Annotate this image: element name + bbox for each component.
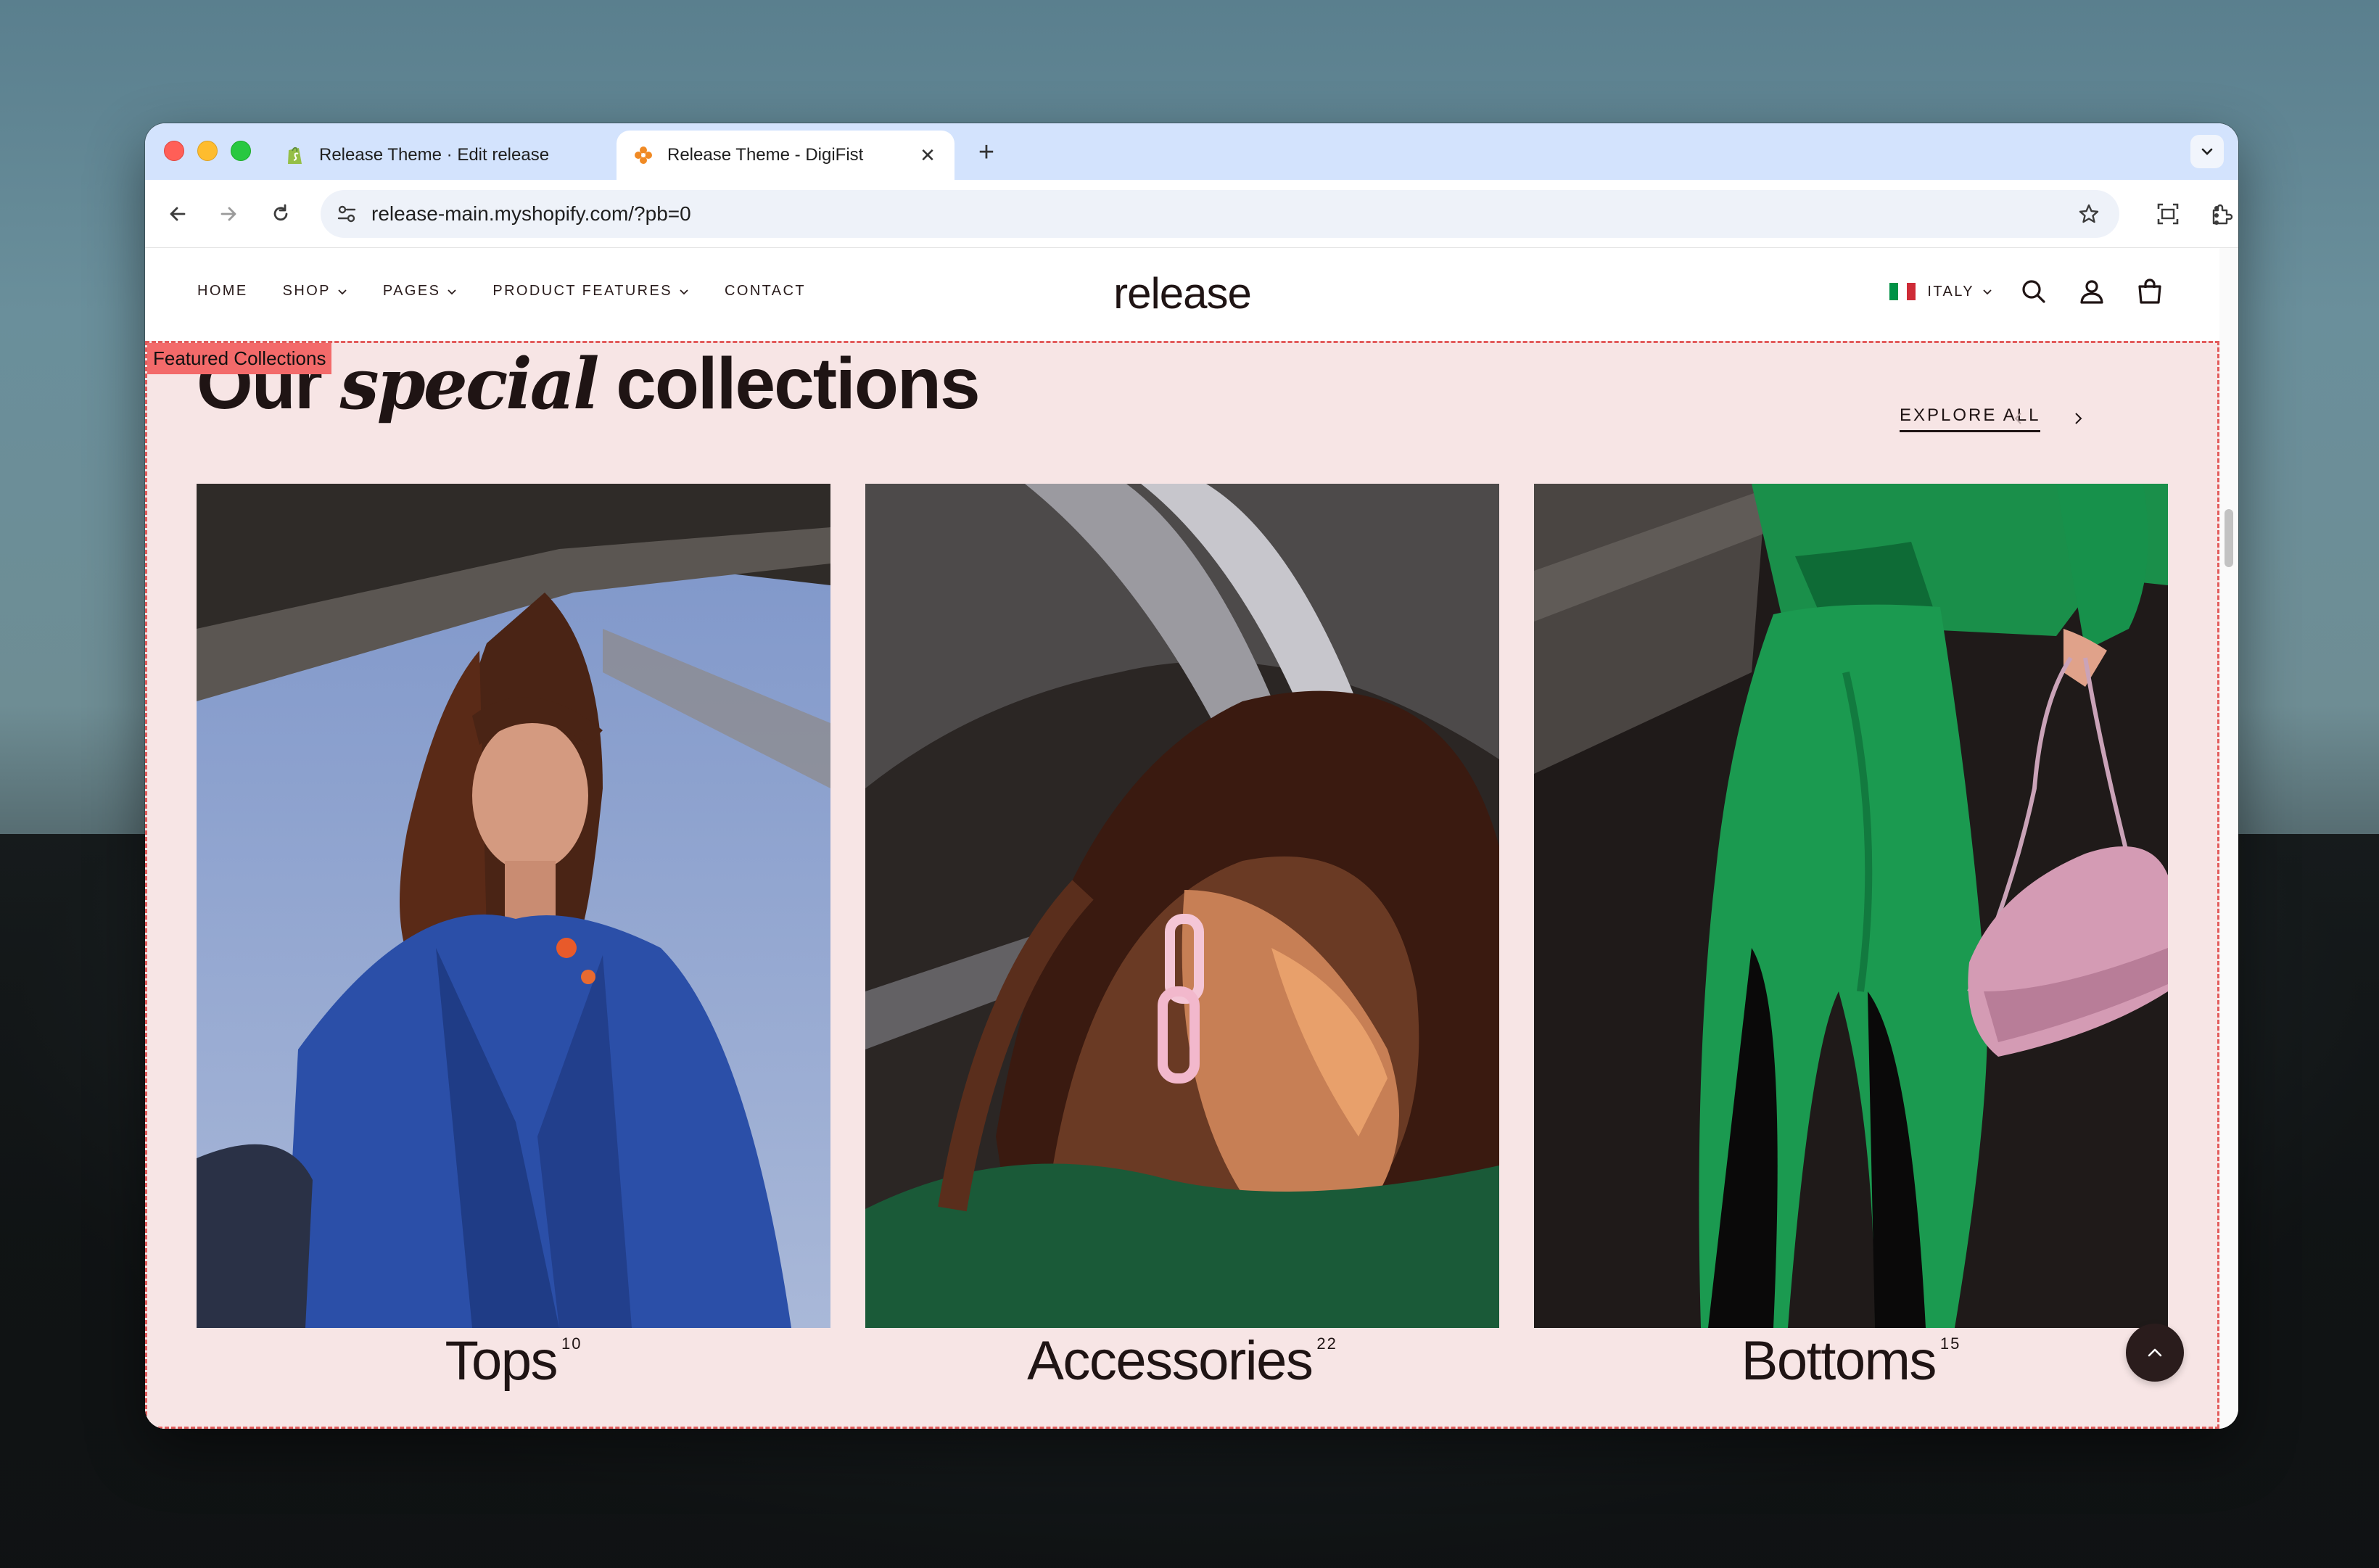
featured-collections-section: Featured Collections Our special collect… <box>145 341 2219 1429</box>
collection-label[interactable]: Tops 10 <box>197 1329 830 1392</box>
scrollbar-thumb[interactable] <box>2225 509 2233 567</box>
web-page: HOME SHOP PAGES PRODUCT FEATURES CONTACT… <box>145 248 2219 1429</box>
tab-strip: Release Theme · Edit release ✕ Release T… <box>145 123 2238 180</box>
reload-button[interactable] <box>263 196 299 232</box>
back-button[interactable] <box>160 196 196 232</box>
nav-pages[interactable]: PAGES <box>383 283 458 300</box>
site-settings-icon[interactable] <box>334 201 360 227</box>
collection-image <box>1534 484 2168 1328</box>
collection-card-tops[interactable]: Tops 10 <box>197 484 830 1392</box>
arrow-left-icon <box>170 207 186 221</box>
url-text[interactable]: release-main.myshopify.com/?pb=0 <box>371 202 2074 226</box>
nav-label: SHOP <box>282 283 331 299</box>
account-icon[interactable] <box>2074 274 2109 309</box>
nav-shop[interactable]: SHOP <box>283 283 348 300</box>
address-bar[interactable]: release-main.myshopify.com/?pb=0 <box>321 190 2119 238</box>
header-actions: ITALY <box>1889 274 2167 309</box>
carousel-prev-button[interactable] <box>2004 404 2033 433</box>
nav-label: CONTACT <box>725 283 806 299</box>
shopify-icon <box>284 144 306 166</box>
site-logo[interactable]: release <box>1102 268 1262 318</box>
title-suffix: collections <box>616 343 980 424</box>
country-selector[interactable]: ITALY <box>1927 284 1974 300</box>
site-header: HOME SHOP PAGES PRODUCT FEATURES CONTACT… <box>145 248 2219 341</box>
chevron-down-icon <box>2201 148 2213 155</box>
title-italic: special <box>339 343 600 425</box>
collection-count: 15 <box>1939 1334 1961 1353</box>
chevron-left-icon <box>2014 413 2021 424</box>
more-vertical-icon <box>2214 206 2219 225</box>
chevron-down-icon <box>448 289 456 294</box>
chevron-down-icon <box>338 289 347 294</box>
collection-card-bottoms[interactable]: Bottoms 15 <box>1534 484 2168 1392</box>
browser-window: Release Theme · Edit release ✕ Release T… <box>145 123 2238 1429</box>
nav-home[interactable]: HOME <box>197 283 248 300</box>
collection-image <box>865 484 1499 1328</box>
back-to-top-button[interactable] <box>2126 1324 2184 1382</box>
search-icon[interactable] <box>2016 274 2051 309</box>
carousel-next-button[interactable] <box>2063 404 2093 433</box>
tab-title: Release Theme - DigiFist <box>667 145 864 165</box>
chevron-right-icon <box>2075 413 2082 424</box>
main-nav: HOME SHOP PAGES PRODUCT FEATURES CONTACT <box>197 283 841 300</box>
screenshot-button[interactable] <box>2150 196 2186 232</box>
digifist-icon <box>632 144 654 166</box>
chevron-down-icon <box>680 289 688 294</box>
close-tab-icon[interactable]: ✕ <box>917 144 939 166</box>
italy-flag <box>1889 283 1916 300</box>
new-tab-button[interactable]: + <box>972 137 1001 168</box>
arrow-right-icon <box>220 207 236 221</box>
close-window-button[interactable] <box>164 141 184 161</box>
nav-label: PRODUCT FEATURES <box>492 283 673 299</box>
collection-label[interactable]: Accessories 22 <box>865 1329 1499 1392</box>
tab-release-theme-digifist[interactable]: Release Theme - DigiFist ✕ <box>617 131 955 180</box>
chevron-down-icon <box>1983 289 1992 295</box>
nav-label: PAGES <box>382 283 441 299</box>
maximize-window-button[interactable] <box>231 141 251 161</box>
collection-count: 10 <box>561 1334 582 1353</box>
collection-name: Accessories <box>1027 1330 1314 1392</box>
cart-icon[interactable] <box>2132 274 2167 309</box>
minimize-window-button[interactable] <box>197 141 218 161</box>
browser-menu-button[interactable] <box>2202 197 2231 234</box>
collection-label[interactable]: Bottoms 15 <box>1534 1329 2168 1392</box>
section-tag: Featured Collections <box>147 343 332 374</box>
forward-button[interactable] <box>210 196 247 232</box>
nav-label: HOME <box>197 283 248 299</box>
capture-icon <box>2157 203 2179 225</box>
collections-carousel: Tops 10 Accessories 22 Bottoms 15 <box>197 484 2168 1427</box>
chevron-up-icon <box>2148 1348 2162 1357</box>
page-scrollbar[interactable] <box>2219 248 2238 1429</box>
nav-contact[interactable]: CONTACT <box>725 283 806 300</box>
collection-image <box>197 484 830 1328</box>
browser-toolbar: release-main.myshopify.com/?pb=0 <box>145 180 2238 248</box>
collection-name: Tops <box>445 1330 558 1392</box>
collection-name: Bottoms <box>1741 1330 1937 1392</box>
collection-count: 22 <box>1316 1334 1337 1353</box>
collection-card-accessories[interactable]: Accessories 22 <box>865 484 1499 1392</box>
bookmark-star-icon[interactable] <box>2074 199 2103 228</box>
tab-search-button[interactable] <box>2190 135 2224 168</box>
nav-product-features[interactable]: PRODUCT FEATURES <box>492 283 690 300</box>
reload-icon <box>273 204 288 221</box>
